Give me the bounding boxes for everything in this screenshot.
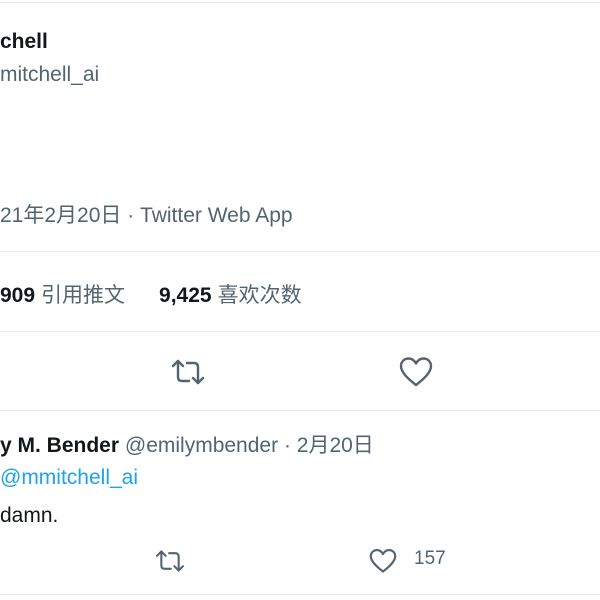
reply-retweet-icon[interactable] (154, 548, 186, 574)
retweet-icon[interactable] (170, 357, 206, 387)
divider (0, 410, 600, 411)
reply-author-name[interactable]: y M. Bender (0, 434, 119, 457)
like-label: 喜欢次数 (217, 284, 302, 307)
reply-text: damn. (0, 504, 59, 527)
tweet-timestamp[interactable]: 21年2月20日 · Twitter Web App (0, 199, 293, 229)
quote-label: 引用推文 (41, 284, 126, 307)
heart-icon[interactable] (399, 356, 433, 388)
tweet-author-name[interactable]: chell (0, 30, 48, 54)
divider (0, 251, 600, 252)
likes-stat[interactable]: 9,425 喜欢次数 (159, 284, 302, 307)
top-divider (0, 2, 600, 3)
reply-header: y M. Bender @emilymbender · 2月20日 (0, 429, 374, 459)
reply-author-handle[interactable]: @emilymbender (125, 434, 278, 457)
like-count: 9,425 (159, 284, 212, 307)
reply-heart-icon[interactable] (369, 548, 397, 574)
tweet-author-handle[interactable]: mitchell_ai (0, 63, 99, 87)
reply-like-count: 157 (414, 548, 446, 569)
replying-to-link[interactable]: @mmitchell_ai (0, 466, 138, 490)
reply-date[interactable]: · 2月20日 (284, 434, 374, 457)
divider (0, 331, 600, 332)
quote-tweets-stat[interactable]: 909 引用推文 (0, 284, 125, 307)
bottom-divider (0, 594, 600, 595)
tweet-stats: 909 引用推文 9,425 喜欢次数 (0, 279, 302, 309)
quote-count: 909 (0, 284, 36, 307)
